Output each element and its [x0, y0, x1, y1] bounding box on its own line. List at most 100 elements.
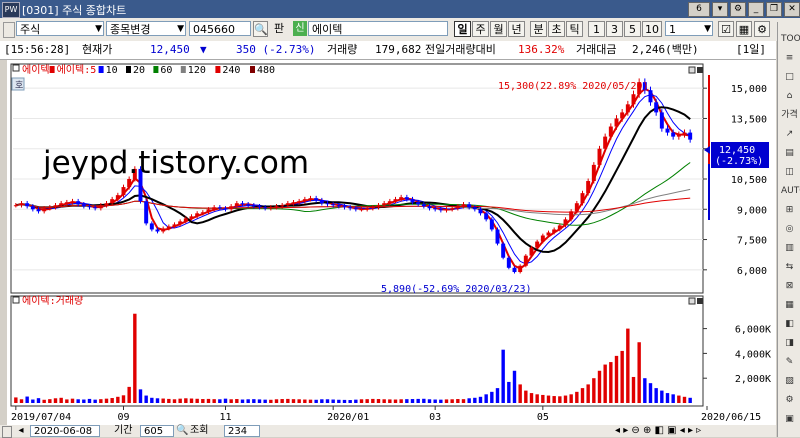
sidebar-tool-icon[interactable]: ⌂: [781, 87, 798, 105]
calendar-icon[interactable]: [2, 426, 12, 438]
sidebar-tool-icon[interactable]: ⊠: [781, 277, 798, 295]
sidebar-tool-icon[interactable]: ▨: [781, 372, 798, 390]
date-tick-label: 11: [220, 412, 232, 423]
date-input[interactable]: 2020-06-08: [30, 425, 100, 437]
pan-label: 판: [274, 22, 285, 35]
stock-code-input[interactable]: 045660: [189, 21, 251, 36]
sidebar-tool-icon[interactable]: ✎: [781, 353, 798, 371]
candle-body: [535, 241, 540, 248]
candle-body: [393, 199, 398, 202]
sidebar-tool-icon[interactable]: □: [781, 68, 798, 86]
period-tick-button[interactable]: 틱: [566, 21, 583, 37]
prev-volume-ratio: 136.32%: [518, 43, 565, 56]
sidebar-tool-icon[interactable]: ⚙: [781, 391, 798, 409]
volume-bar: [660, 390, 664, 403]
candle-body: [552, 229, 557, 233]
settings-icon[interactable]: ⚙: [730, 2, 746, 17]
candle-body: [161, 228, 166, 232]
candle-body: [183, 218, 188, 222]
minimize-icon[interactable]: _: [748, 2, 764, 17]
chart-area[interactable]: 15,00013,50012,00010,5009,0007,5006,000 …: [7, 60, 776, 437]
period-tag: [1일]: [736, 43, 766, 56]
candle-body: [512, 267, 517, 273]
interval-select[interactable]: 1 ▼: [665, 21, 713, 36]
market-select[interactable]: 주식 ▼: [16, 21, 104, 36]
candle-body: [376, 205, 381, 208]
dropdown-icon[interactable]: ▾: [712, 2, 728, 17]
volume-bar: [507, 381, 511, 403]
volume-bar: [246, 399, 250, 403]
pane-maximize-icon[interactable]: [688, 66, 696, 74]
period-second-button[interactable]: 초: [548, 21, 565, 37]
period-day-button[interactable]: 일: [454, 21, 471, 37]
sidebar-tool-icon[interactable]: ▤: [781, 144, 798, 162]
period-week-button[interactable]: 주: [472, 21, 489, 37]
sidebar-tool-icon[interactable]: ▣: [781, 410, 798, 428]
window-title: [0301] 주식 종합차트: [22, 4, 127, 17]
interval-1-button[interactable]: 1: [588, 21, 605, 37]
search-icon[interactable]: 🔍: [253, 21, 268, 37]
volume-bar: [14, 397, 18, 403]
volume-bar: [546, 395, 551, 403]
candle-body: [625, 104, 630, 113]
close-icon[interactable]: ✕: [784, 2, 800, 17]
sidebar-tool-icon[interactable]: ◧: [781, 315, 798, 333]
period-input[interactable]: 605: [140, 425, 174, 437]
legend-item-label: 240: [222, 65, 240, 76]
interval-10-button[interactable]: 10: [642, 21, 662, 37]
window-titlebar: PW [0301] 주식 종합차트 6 ▾ ⚙ _ ❐ ✕: [0, 0, 800, 18]
candle-body: [342, 206, 347, 208]
restore-icon[interactable]: ❐: [766, 2, 782, 17]
stock-chart-svg[interactable]: 15,00013,50012,00010,5009,0007,5006,000 …: [7, 60, 776, 425]
trade-amount-label: 거래대금: [576, 43, 617, 56]
stock-change-select[interactable]: 종목변경 ▼: [106, 21, 186, 36]
candle-body: [682, 132, 687, 135]
volume-bar: [552, 396, 556, 403]
page-number-box[interactable]: 6: [688, 2, 710, 17]
legend-swatch: [153, 66, 159, 73]
grid-icon[interactable]: ▦: [736, 21, 752, 37]
period-minute-button[interactable]: 분: [530, 21, 547, 37]
volume-bar: [155, 398, 160, 403]
volume-bar: [478, 396, 483, 403]
interval-5-button[interactable]: 5: [624, 21, 641, 37]
volume-bar: [399, 399, 403, 403]
sidebar-tool-icon[interactable]: ◫: [781, 163, 798, 181]
volume-bar: [133, 313, 137, 403]
candle-body: [223, 208, 228, 210]
sidebar-tool-icon[interactable]: TOOL: [781, 30, 800, 48]
sidebar-tool-icon[interactable]: ↗: [781, 125, 798, 143]
volume-bar: [280, 399, 284, 403]
gear-icon[interactable]: ⚙: [754, 21, 770, 37]
pane-close-icon[interactable]: [697, 298, 703, 304]
sidebar-tool-icon[interactable]: ◎: [781, 220, 798, 238]
volume-bar: [405, 399, 409, 403]
bottom-nav-icons[interactable]: ◂ ▸ ⊖ ⊕ ◧ ▣ ◂ ▸ ▹: [615, 425, 775, 437]
sidebar-tool-icon[interactable]: ⇆: [781, 258, 798, 276]
sidebar-tool-icon[interactable]: 가격: [781, 106, 798, 124]
sidebar-tool-icon[interactable]: ⊞: [781, 201, 798, 219]
view-input[interactable]: 234: [224, 425, 260, 437]
period-month-button[interactable]: 월: [490, 21, 507, 37]
check-icon[interactable]: ☑: [718, 21, 734, 37]
sidebar-tool-icon[interactable]: ◨: [781, 334, 798, 352]
interval-3-button[interactable]: 3: [606, 21, 623, 37]
volume-tick-label: 4,000K: [735, 349, 771, 360]
volume-bar: [320, 399, 324, 403]
chevron-left-icon[interactable]: ◂: [14, 425, 28, 437]
volume-bar: [291, 399, 296, 403]
date-tick-label: 05: [537, 412, 549, 423]
search-icon[interactable]: 🔍: [176, 425, 188, 437]
candle-body: [149, 223, 154, 230]
legend-swatch: [49, 66, 55, 73]
sidebar-tool-icon[interactable]: ▦: [781, 296, 798, 314]
candle-body: [382, 203, 387, 206]
volume-bar: [439, 399, 443, 403]
sidebar-tool-icon[interactable]: ≡: [781, 49, 798, 67]
sidebar-tool-icon[interactable]: ▥: [781, 239, 798, 257]
sidebar-tool-icon[interactable]: AUTO: [781, 182, 800, 200]
pane-close-icon[interactable]: [697, 67, 703, 73]
pane-maximize-icon[interactable]: [688, 297, 696, 305]
period-year-button[interactable]: 년: [508, 21, 525, 37]
candle-body: [240, 203, 245, 205]
